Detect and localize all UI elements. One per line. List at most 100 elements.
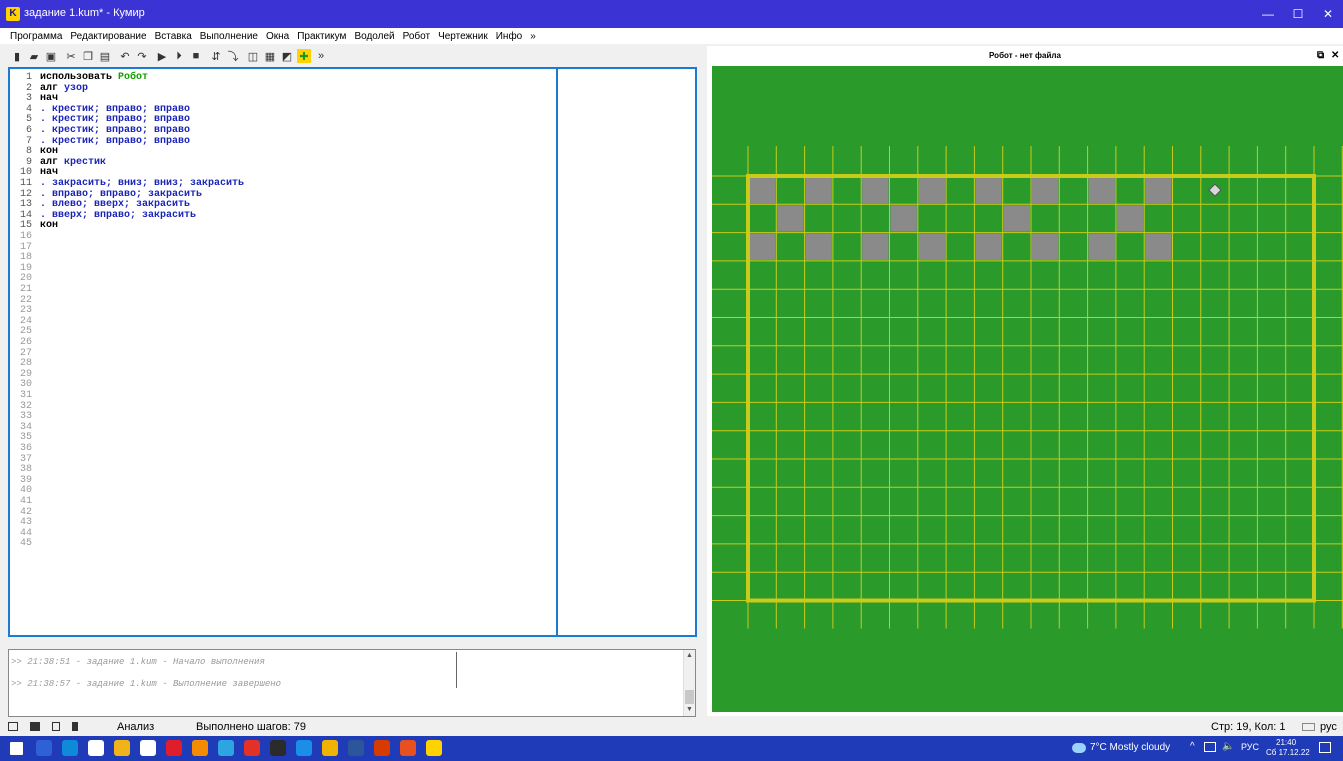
telegram-icon[interactable] — [218, 740, 234, 756]
menu-item[interactable]: Инфо — [496, 31, 523, 42]
open-icon[interactable]: ▰ — [27, 49, 41, 63]
code-line[interactable]: 45 — [10, 539, 556, 550]
redo-icon[interactable]: ↷ — [135, 49, 149, 63]
menu-item[interactable]: Робот — [403, 31, 430, 42]
code-line[interactable]: 26 — [10, 337, 556, 349]
panel-icon[interactable] — [30, 722, 40, 731]
dock-button[interactable]: ⧉ — [1317, 50, 1324, 61]
editor-margin-panel[interactable] — [558, 67, 697, 637]
code-line[interactable]: 37 — [10, 454, 556, 466]
code-line[interactable]: 38 — [10, 465, 556, 476]
new-icon[interactable]: ▮ — [10, 49, 24, 63]
robot-field[interactable] — [712, 66, 1343, 712]
code-editor[interactable]: 1 использовать Робот 2 алг узор 3 нач 4. крест… — [8, 67, 558, 637]
code-line[interactable]: 14. вверх; вправо; закрасить — [10, 210, 556, 222]
input-lang[interactable]: РУС — [1241, 742, 1259, 752]
app-icon[interactable] — [270, 740, 286, 756]
scroll-down-icon[interactable]: ▼ — [686, 706, 693, 713]
clock-time[interactable]: 21:40 — [1276, 738, 1296, 747]
code-line[interactable]: 41 — [10, 496, 556, 508]
tray-arrow-icon[interactable]: ^ — [1190, 741, 1195, 752]
kumir-icon[interactable] — [426, 740, 442, 756]
minimize-button[interactable]: — — [1253, 5, 1283, 23]
code-line[interactable]: 1 использовать Робот — [10, 72, 556, 84]
code-line[interactable]: 43 — [10, 518, 556, 529]
code-line[interactable]: 39 — [10, 475, 556, 487]
code-line[interactable]: 15 кон — [10, 221, 556, 232]
run-icon[interactable]: ▶ — [155, 49, 169, 63]
code-line[interactable]: 32 — [10, 401, 556, 413]
opera-icon[interactable] — [166, 740, 182, 756]
network-icon[interactable] — [1204, 742, 1216, 752]
skype-icon[interactable] — [296, 740, 312, 756]
save-icon[interactable]: ▣ — [44, 49, 58, 63]
calculator-icon[interactable] — [36, 740, 52, 756]
close-button[interactable]: ✕ — [1313, 5, 1343, 23]
chrome-icon[interactable] — [322, 740, 338, 756]
code-line[interactable]: 35 — [10, 433, 556, 444]
menu-item[interactable]: Водолей — [354, 31, 394, 42]
code-line[interactable]: 28 — [10, 359, 556, 370]
undo-icon[interactable]: ↶ — [118, 49, 132, 63]
odnoklassniki-icon[interactable] — [192, 740, 208, 756]
code-line[interactable]: 33 — [10, 412, 556, 423]
code-line[interactable]: 24 — [10, 316, 556, 328]
scroll-thumb[interactable] — [685, 690, 694, 704]
maximize-button[interactable]: ☐ — [1283, 5, 1313, 23]
output-console[interactable]: >> 21:38:51 - задание 1.kum - Начало вып… — [8, 649, 696, 717]
volume-icon[interactable]: 🔈 — [1222, 741, 1234, 752]
menu-item[interactable]: Практикум — [297, 31, 346, 42]
code-line[interactable]: 23 — [10, 306, 556, 317]
code-line[interactable]: 20 — [10, 274, 556, 285]
step-into-icon[interactable]: ⤵ — [226, 49, 240, 63]
code-line[interactable]: 25 — [10, 327, 556, 338]
run-steps-icon[interactable]: ⏵ — [172, 49, 186, 63]
code-line[interactable]: 19 — [10, 263, 556, 275]
code-line[interactable]: 17 — [10, 242, 556, 254]
cut-icon[interactable]: ✂ — [64, 49, 78, 63]
code-line[interactable]: 7. крестик; вправо; вправо — [10, 136, 556, 148]
explorer-icon[interactable] — [114, 740, 130, 756]
store-icon[interactable] — [88, 740, 104, 756]
code-line[interactable]: 16 — [10, 231, 556, 243]
console-scrollbar[interactable]: ▲ ▼ — [683, 650, 695, 716]
code-line[interactable]: 30 — [10, 380, 556, 391]
menu-item[interactable]: » — [530, 31, 536, 42]
menu-item[interactable]: Вставка — [155, 31, 192, 42]
app2-icon[interactable] — [374, 740, 390, 756]
word-icon[interactable] — [348, 740, 364, 756]
robot-window-icon[interactable]: ◫ — [246, 49, 260, 63]
code-line[interactable]: 22 — [10, 295, 556, 307]
stop-icon[interactable]: ■ — [189, 49, 203, 63]
code-line[interactable]: 40 — [10, 486, 556, 497]
paste-icon[interactable]: ▤ — [98, 49, 112, 63]
draftsman-window-icon[interactable]: ◩ — [280, 49, 294, 63]
code-line[interactable]: 21 — [10, 284, 556, 296]
code-line[interactable]: 36 — [10, 443, 556, 455]
field-icon[interactable]: ✚ — [297, 49, 311, 63]
mail-icon[interactable] — [140, 740, 156, 756]
copy-icon[interactable]: ❐ — [81, 49, 95, 63]
toolbar-overflow-button[interactable]: » — [314, 49, 328, 63]
code-line[interactable]: 18 — [10, 253, 556, 264]
notifications-icon[interactable] — [1319, 742, 1331, 753]
robot-close-button[interactable]: ✕ — [1331, 50, 1339, 61]
menu-item[interactable]: Окна — [266, 31, 289, 42]
powerpoint-icon[interactable] — [400, 740, 416, 756]
menu-item[interactable]: Выполнение — [200, 31, 258, 42]
start-icon[interactable] — [10, 742, 23, 755]
panel-icon[interactable] — [8, 722, 18, 731]
code-line[interactable]: 34 — [10, 422, 556, 434]
menu-item[interactable]: Редактирование — [70, 31, 146, 42]
code-line[interactable]: 31 — [10, 390, 556, 402]
code-line[interactable]: 27 — [10, 348, 556, 360]
edge-icon[interactable] — [62, 740, 78, 756]
panel-icon[interactable] — [72, 722, 78, 731]
code-line[interactable]: 44 — [10, 528, 556, 540]
code-line[interactable]: 2 алг узор — [10, 83, 556, 95]
menu-item[interactable]: Программа — [10, 31, 62, 42]
clock-date[interactable]: Сб 17.12.22 — [1266, 748, 1310, 757]
step-over-icon[interactable]: ⇵ — [209, 49, 223, 63]
panel-icon[interactable] — [52, 722, 60, 731]
menu-item[interactable]: Чертежник — [438, 31, 488, 42]
